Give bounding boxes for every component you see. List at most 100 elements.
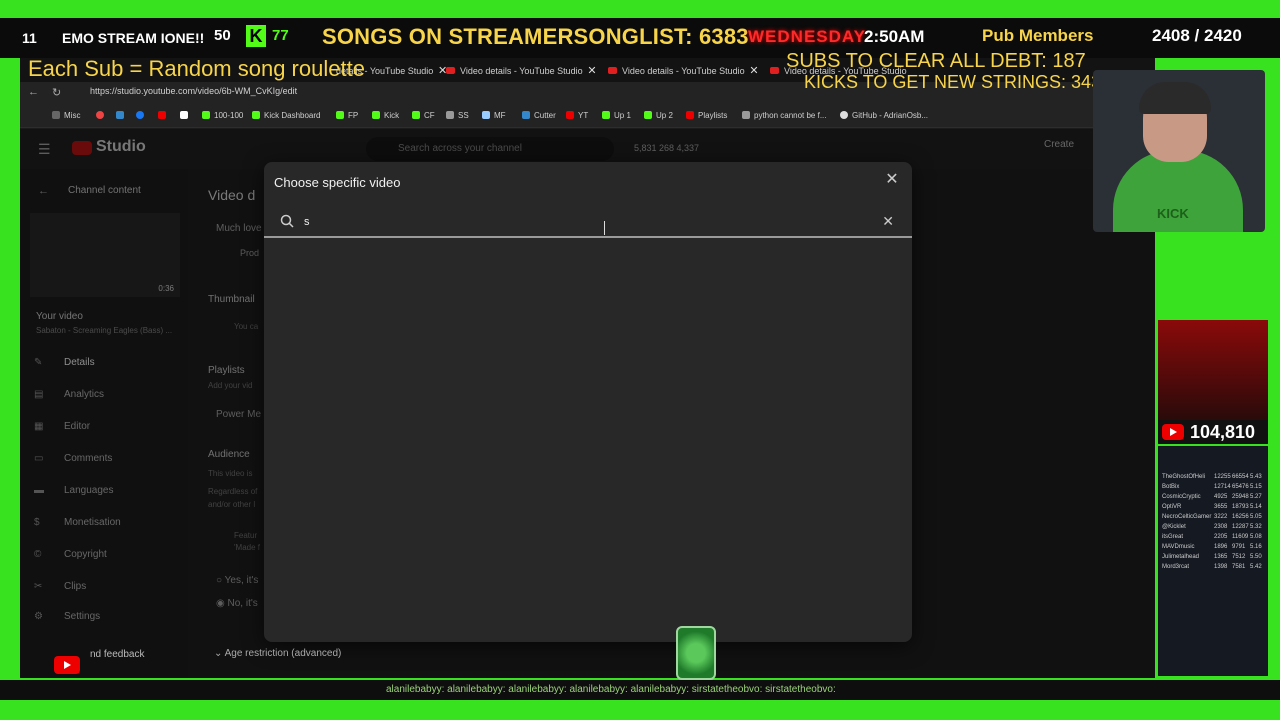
youtube-icon — [566, 111, 574, 119]
bookmark-kick-dashboard[interactable]: Kick Dashboard — [252, 111, 320, 120]
leaderboard-cell: 1398 — [1214, 564, 1228, 570]
leaderboard-row: @Kicklet 2308 122875.32 — [1162, 524, 1268, 534]
leaderboard-cell: 12714 — [1214, 484, 1231, 490]
tab-label: Video details - YouTube Studio — [460, 66, 583, 76]
webcam-feed: KICK — [1093, 70, 1265, 232]
youtube-play-icon — [1162, 424, 1184, 440]
bookmark-up1[interactable]: Up 1 — [602, 111, 631, 120]
chat-ticker: alanilebabyy: alanilebabyy: alanilebabyy… — [0, 680, 1280, 700]
back-icon[interactable]: ← — [28, 86, 39, 98]
text-cursor-icon — [604, 221, 606, 235]
bookmark-label: YT — [578, 111, 589, 120]
songs-count-text: SONGS ON STREAMERSONGLIST: 6383 — [322, 24, 749, 49]
age-restriction-toggle[interactable]: ⌄ Age restriction (advanced) — [214, 648, 341, 659]
close-icon[interactable]: ✕ — [587, 60, 596, 82]
leaderboard-cell: 65476 — [1232, 484, 1249, 490]
overlay-badge-count: 50 — [214, 27, 231, 44]
bookmark-label: Cutter — [534, 111, 556, 120]
bookmark-google[interactable] — [96, 111, 108, 120]
leaderboard-row: Mord3rcat 1398 7581 5.42 — [1162, 564, 1268, 574]
url-field[interactable]: https://studio.youtube.com/video/6b-WM_C… — [90, 86, 297, 96]
leaderboard-cell: 5.14 — [1250, 504, 1262, 510]
bookmark-python[interactable]: python cannot be f... — [742, 111, 827, 120]
browser-tab[interactable]: Video details - YouTube Studio ✕ — [444, 60, 597, 82]
choose-video-dialog: Choose specific video ✕ ✕ — [264, 162, 912, 642]
leaderboard-cell: 2308 — [1214, 524, 1228, 530]
bookmark-ss[interactable]: SS — [446, 111, 469, 120]
bookmark-misc[interactable]: Misc — [52, 111, 80, 120]
video-search-input[interactable] — [304, 212, 864, 232]
leaderboard-cell: Mord3rcat — [1162, 564, 1190, 570]
leaderboard-cell: 7512 — [1232, 554, 1246, 560]
youtube-subscriber-counter: 104,810 — [1158, 420, 1268, 444]
folder-icon — [52, 111, 60, 119]
leaderboard-cell: 5.27 — [1250, 494, 1262, 500]
dialog-title: Choose specific video — [274, 175, 401, 190]
bookmark-up2[interactable]: Up 2 — [644, 111, 673, 120]
bookmark-cf[interactable]: CF — [412, 111, 435, 120]
bookmark-100[interactable]: 100-100 — [202, 111, 243, 120]
youtube-favicon-icon — [446, 67, 455, 74]
leaderboard-cell: 4925 — [1214, 494, 1228, 500]
kick-logo-shirt: KICK — [1157, 206, 1189, 221]
dialog-search-bar: ✕ — [264, 206, 912, 238]
leaderboard-cell: BotBix — [1162, 484, 1180, 490]
pub-members-label: Pub Members — [982, 26, 1094, 45]
browser-tab[interactable]: Video details - YouTube Studio ✕ — [606, 60, 759, 82]
leaderboard-cell: @Kicklet — [1162, 524, 1186, 530]
leaderboard-row: TheGhostOfHeli 12255665545.43 — [1162, 474, 1268, 484]
bookmark-x[interactable] — [180, 111, 192, 120]
cloud-icon — [482, 111, 490, 119]
youtube-icon — [158, 111, 166, 119]
bookmark-yt[interactable]: YT — [566, 111, 588, 120]
bookmark-fp[interactable]: FP — [336, 111, 358, 120]
leaderboard-row: CosmicCryptic 4925 259485.27 — [1162, 494, 1268, 504]
bookmark-mf[interactable]: MF — [482, 111, 506, 120]
youtube-favicon-icon — [608, 67, 617, 74]
bookmark-label: Up 2 — [656, 111, 673, 120]
close-icon[interactable]: ✕ — [884, 172, 900, 188]
pub-members-count: 2408 / 2420 — [1152, 26, 1242, 45]
bookmark-shield[interactable] — [116, 111, 128, 120]
tab-label: Video details - YouTube Studio — [622, 66, 745, 76]
bookmark-label: 100-100 — [214, 111, 244, 120]
leaderboard-cell: 11609 — [1232, 534, 1249, 540]
leaderboard-row: Julimetalhead 1365 7512 5.50 — [1162, 554, 1268, 564]
cutter-icon — [522, 111, 530, 119]
youtube-favicon-icon — [770, 67, 779, 74]
kick-icon: K — [246, 25, 266, 47]
studio-page: ☰ Studio Search across your channel 5,83… — [20, 129, 1155, 678]
leaderboard-cell: 12255 — [1214, 474, 1231, 480]
bookmark-label: python cannot be f... — [754, 111, 827, 120]
bookmark-github[interactable]: GitHub - AdrianOsb... — [840, 111, 928, 120]
leaderboard-cell: 5.32 — [1250, 524, 1262, 530]
red-video-panel — [1158, 320, 1268, 420]
browser-window: details - YouTube Studio ✕ Video details … — [20, 58, 1155, 678]
search-icon — [280, 214, 294, 228]
bookmark-youtube[interactable] — [158, 111, 170, 120]
bookmark-cutter[interactable]: Cutter — [522, 111, 556, 120]
leaderboard-cell: 1365 — [1214, 554, 1228, 560]
subscriber-count: 104,810 — [1190, 422, 1256, 442]
leaderboard-cell: 66554 — [1232, 474, 1249, 480]
page-icon — [742, 111, 750, 119]
kick-icon — [252, 111, 260, 119]
leaderboard-cell: OptiVR — [1162, 504, 1182, 510]
bookmark-label: Kick — [384, 111, 400, 120]
close-icon[interactable]: ✕ — [749, 60, 758, 82]
github-icon — [840, 111, 848, 119]
leaderboard-cell: TheGhostOfHeli — [1162, 474, 1206, 480]
leaderboard-cell: 2205 — [1214, 534, 1228, 540]
leaderboard-cell: 16256 — [1232, 514, 1249, 520]
clear-search-icon[interactable]: ✕ — [882, 214, 894, 228]
send-feedback-link[interactable]: nd feedback — [90, 649, 145, 660]
weekday-text: WEDNESDAY — [748, 27, 866, 46]
reload-icon[interactable]: ↻ — [52, 86, 61, 99]
bookmark-facebook[interactable] — [136, 111, 148, 120]
bookmark-label: GitHub - AdrianOsb... — [852, 111, 929, 120]
bookmark-label: CF — [424, 111, 435, 120]
bookmark-playlists[interactable]: Playlists — [686, 111, 727, 120]
leaderboard-cell: 1896 — [1214, 544, 1228, 550]
bookmark-kick[interactable]: Kick — [372, 111, 399, 120]
leaderboard-cell: CosmicCryptic — [1162, 494, 1201, 500]
